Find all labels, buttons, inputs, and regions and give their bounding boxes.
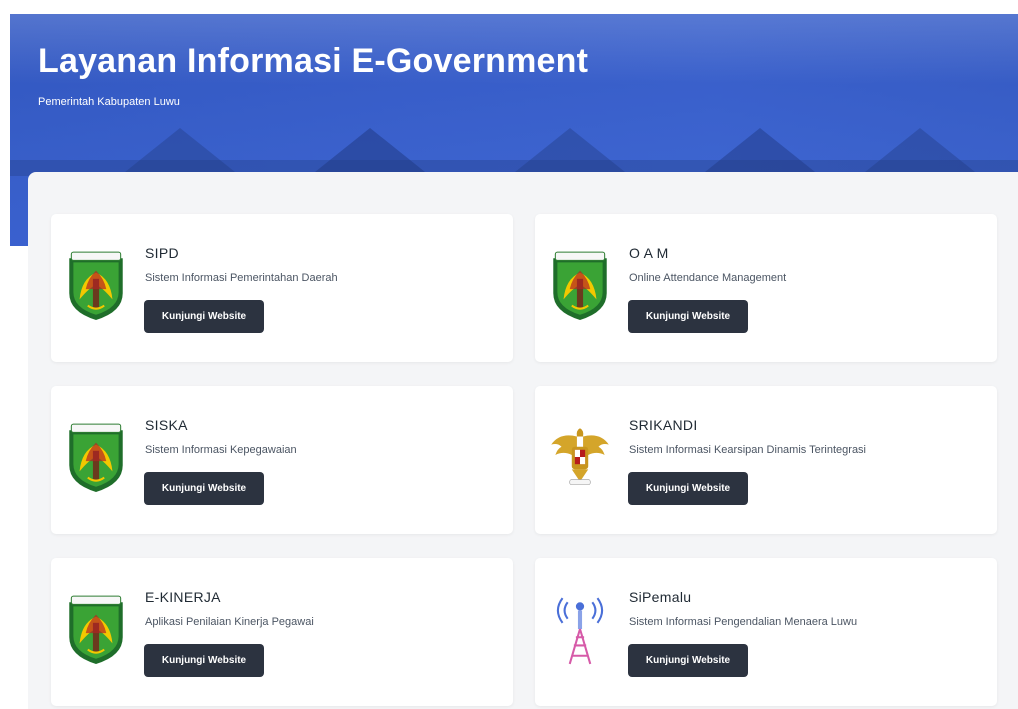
service-description: Online Attendance Management bbox=[629, 272, 787, 284]
visit-website-button[interactable]: Kunjungi Website bbox=[144, 644, 264, 677]
service-card-oam: O A M Online Attendance Management Kunju… bbox=[535, 214, 997, 362]
visit-website-button[interactable]: Kunjungi Website bbox=[628, 300, 748, 333]
service-title: E-KINERJA bbox=[145, 589, 221, 605]
luwu-emblem-icon bbox=[553, 251, 607, 320]
service-title: O A M bbox=[629, 245, 669, 261]
page-subtitle: Pemerintah Kabupaten Luwu bbox=[38, 96, 180, 108]
service-description: Sistem Informasi Pemerintahan Daerah bbox=[145, 272, 338, 284]
service-title: SIPD bbox=[145, 245, 179, 261]
service-description: Sistem Informasi Kepegawaian bbox=[145, 444, 297, 456]
service-title: SRIKANDI bbox=[629, 417, 698, 433]
services-panel: SIPD Sistem Informasi Pemerintahan Daera… bbox=[28, 172, 1018, 709]
visit-website-button[interactable]: Kunjungi Website bbox=[628, 472, 748, 505]
service-title: SiPemalu bbox=[629, 589, 692, 605]
luwu-emblem-icon bbox=[69, 595, 123, 664]
garuda-icon bbox=[551, 428, 609, 486]
service-description: Aplikasi Penilaian Kinerja Pegawai bbox=[145, 616, 314, 628]
service-title: SISKA bbox=[145, 417, 188, 433]
visit-website-button[interactable]: Kunjungi Website bbox=[628, 644, 748, 677]
radio-tower-icon bbox=[556, 597, 604, 665]
service-description: Sistem Informasi Pengendalian Menaera Lu… bbox=[629, 616, 858, 628]
visit-website-button[interactable]: Kunjungi Website bbox=[144, 300, 264, 333]
service-card-sipd: SIPD Sistem Informasi Pemerintahan Daera… bbox=[51, 214, 513, 362]
service-card-sipemalu: SiPemalu Sistem Informasi Pengendalian M… bbox=[535, 558, 997, 706]
service-card-e-kinerja: E-KINERJA Aplikasi Penilaian Kinerja Peg… bbox=[51, 558, 513, 706]
service-card-siska: SISKA Sistem Informasi Kepegawaian Kunju… bbox=[51, 386, 513, 534]
service-card-srikandi: SRIKANDI Sistem Informasi Kearsipan Dina… bbox=[535, 386, 997, 534]
luwu-emblem-icon bbox=[69, 251, 123, 320]
visit-website-button[interactable]: Kunjungi Website bbox=[144, 472, 264, 505]
service-description: Sistem Informasi Kearsipan Dinamis Terin… bbox=[629, 444, 866, 456]
luwu-emblem-icon bbox=[69, 423, 123, 492]
page-title: Layanan Informasi E-Government bbox=[38, 42, 589, 80]
